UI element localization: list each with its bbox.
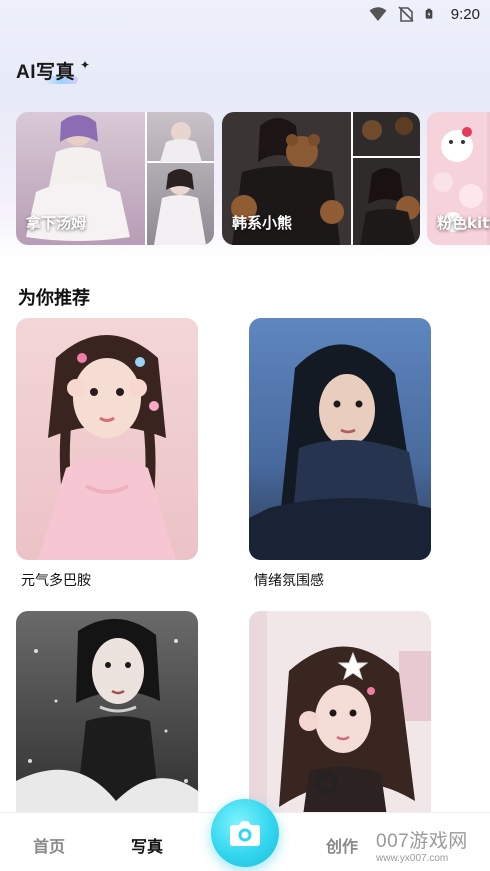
status-bar: 9:20 [0, 0, 490, 28]
clock: 9:20 [450, 5, 480, 23]
app-screen: 9:20 AI写真 ✦ 拿下汤姆 韩系小熊 粉色kit 为你推荐 元气多巴胺 情… [0, 0, 490, 871]
battery-icon [425, 8, 433, 19]
page-title: AI写真 [16, 62, 76, 83]
recommend-card-image [16, 318, 198, 560]
no-sim-icon [398, 6, 414, 22]
watermark-url: www.yx007.com [376, 853, 449, 864]
style-card[interactable]: 拿下汤姆 [16, 112, 214, 245]
recommend-card-image [249, 611, 431, 831]
wifi-icon [369, 7, 387, 21]
recommend-card-label: 情绪氛围感 [254, 573, 324, 589]
style-card-label: 拿下汤姆 [26, 214, 87, 232]
style-card-label: 韩系小熊 [232, 214, 293, 232]
section-title-recommend: 为你推荐 [18, 288, 90, 309]
recommend-card[interactable] [16, 318, 198, 560]
recommend-card[interactable] [249, 611, 431, 831]
recommend-card-label: 元气多巴胺 [21, 573, 91, 589]
style-card[interactable]: 粉色kitty [427, 112, 490, 245]
nav-home[interactable]: 首页 [33, 833, 65, 857]
nav-create[interactable]: 创作 [326, 833, 358, 857]
camera-icon [230, 821, 260, 846]
recommend-card[interactable] [16, 611, 198, 831]
camera-button[interactable] [211, 799, 279, 867]
style-card-label: 粉色kitty [437, 214, 490, 232]
watermark: 007游戏网 www.yx007.com [376, 826, 488, 866]
sparkle-icon: ✦ [80, 58, 91, 72]
recommend-card-image [16, 611, 198, 831]
nav-photo[interactable]: 写真 [131, 833, 163, 857]
style-carousel[interactable]: 拿下汤姆 韩系小熊 粉色kit [16, 112, 490, 245]
recommend-card[interactable] [249, 318, 431, 560]
style-card[interactable]: 韩系小熊 [222, 112, 420, 245]
watermark-brand: 007游戏网 [376, 831, 468, 852]
recommend-card-image [249, 318, 431, 560]
